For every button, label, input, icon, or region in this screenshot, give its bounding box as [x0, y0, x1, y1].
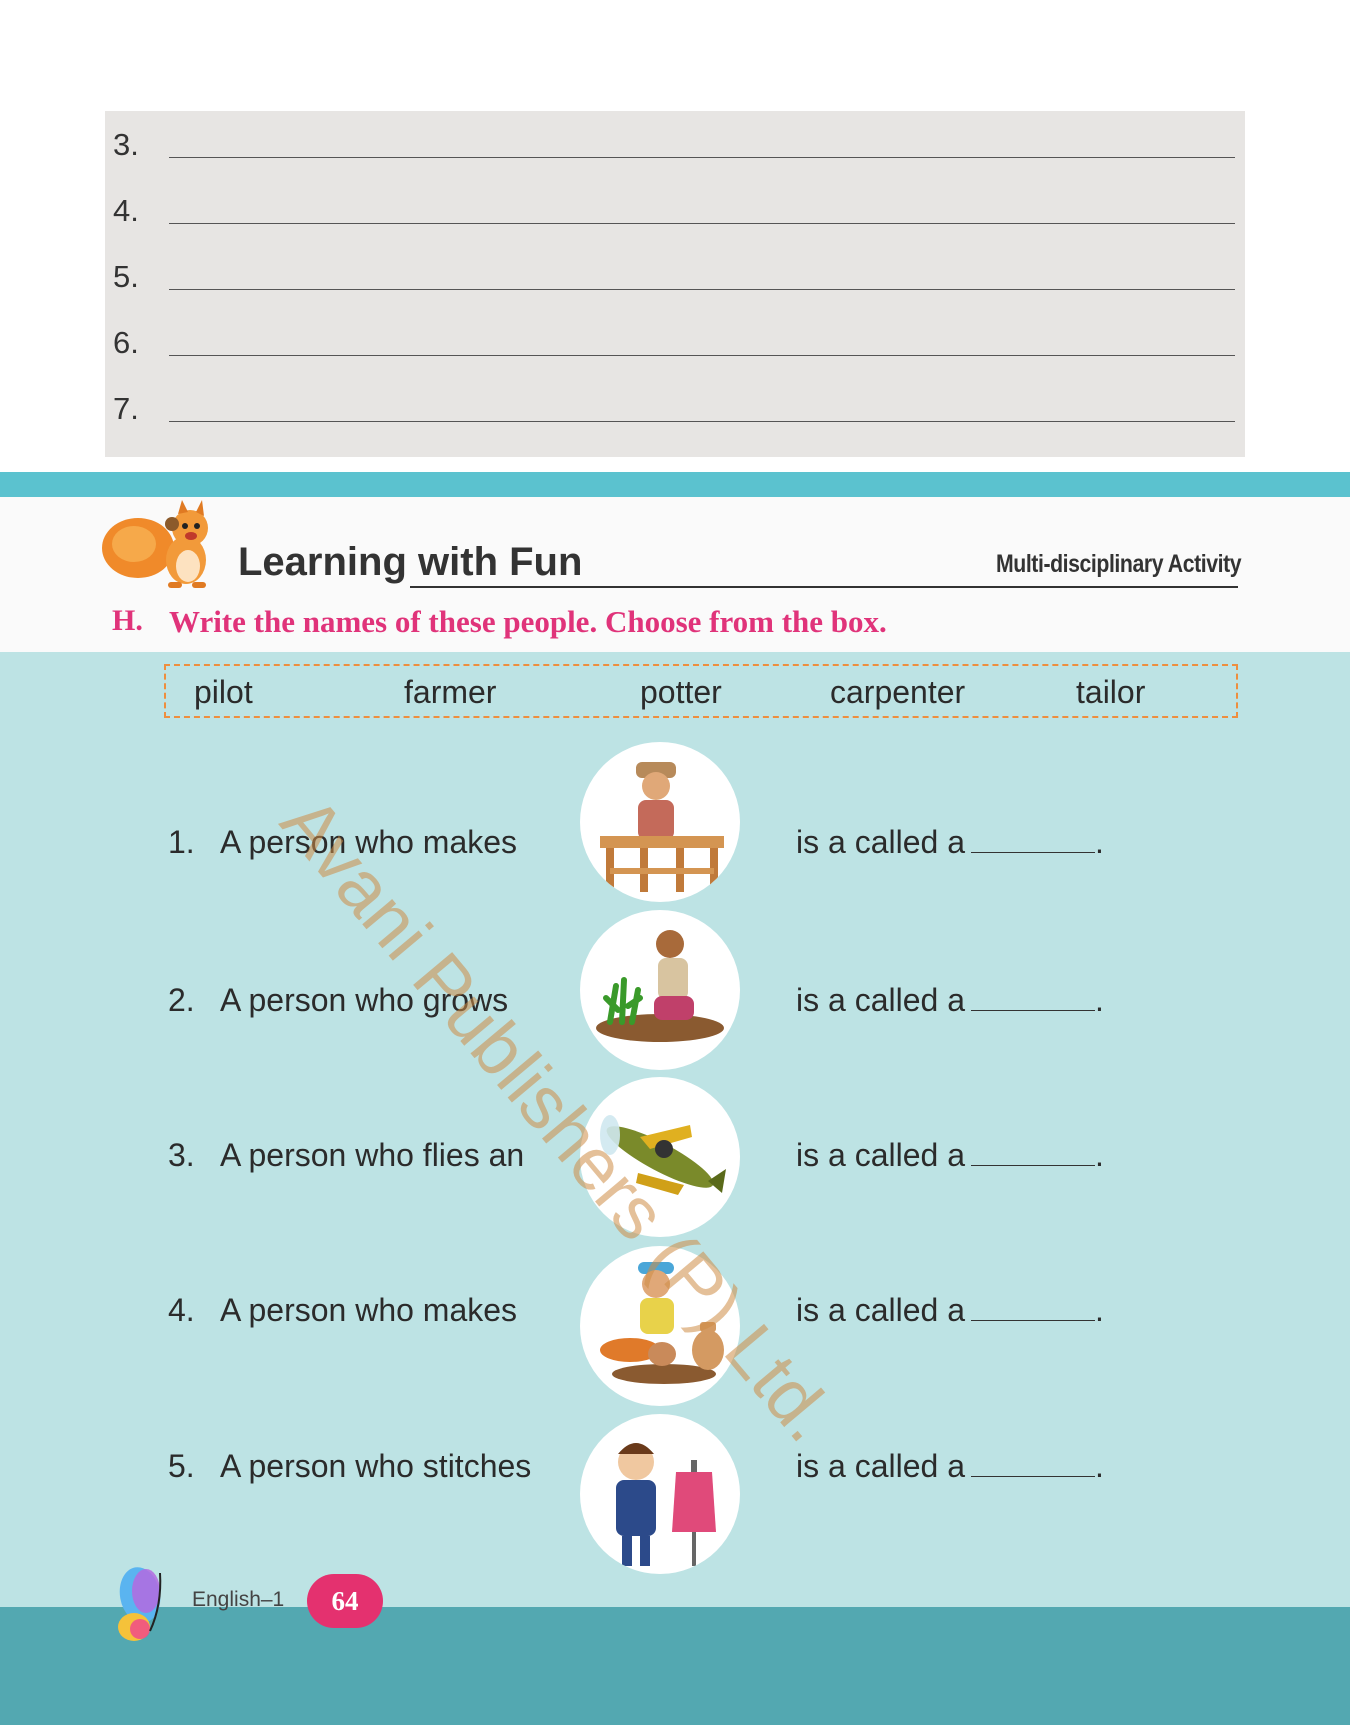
writing-line[interactable]: 6. [105, 309, 1245, 375]
answer-sentence: is a called a. [796, 1292, 1104, 1329]
footer-band [0, 1607, 1350, 1725]
tail-text: is a called a [796, 1137, 965, 1173]
question-instruction: Write the names of these people. Choose … [169, 604, 887, 639]
word-option: potter [640, 674, 722, 710]
item-number: 3. [168, 1137, 195, 1173]
word-box: pilot farmer potter carpenter tailor [164, 664, 1238, 718]
title-underline [410, 586, 1238, 588]
item-number: 4. [168, 1292, 195, 1328]
line-number: 6. [113, 325, 139, 360]
line-rule [169, 289, 1235, 290]
line-number: 3. [113, 127, 139, 162]
tail-text: is a called a [796, 824, 965, 860]
writing-line[interactable]: 7. [105, 375, 1245, 441]
item-text: A person who flies an [220, 1137, 525, 1173]
item-text: A person who makes [220, 1292, 518, 1328]
tail-text: is a called a [796, 982, 965, 1018]
question-item: 2. A person who grows is a called a. [0, 910, 1350, 1070]
sentence-end: . [1094, 982, 1104, 1018]
line-number: 7. [113, 391, 139, 426]
butterfly-logo-icon [110, 1565, 180, 1647]
word-option: carpenter [830, 674, 966, 710]
tail-text: is a called a [796, 1448, 965, 1484]
answer-blank[interactable] [970, 982, 1095, 1011]
sentence-end: . [1094, 1448, 1104, 1484]
answer-sentence: is a called a. [796, 1448, 1104, 1485]
question-letter: H. [112, 604, 143, 637]
line-rule [169, 223, 1235, 224]
item-number: 2. [168, 982, 195, 1018]
writing-line[interactable]: 4. [105, 177, 1245, 243]
item-number: 5. [168, 1448, 195, 1484]
item-number: 1. [168, 824, 195, 860]
answer-sentence: is a called a. [796, 1137, 1104, 1174]
writing-lines-panel: 3. 4. 5. 6. 7. [105, 111, 1245, 457]
question-item: 1. A person who makes is a called a. [0, 742, 1350, 902]
tailor-icon [580, 1414, 740, 1574]
word-option: pilot [194, 674, 253, 710]
line-number: 5. [113, 259, 139, 294]
answer-blank[interactable] [970, 1137, 1095, 1166]
section-title: Learning with Fun [238, 540, 583, 584]
item-text: A person who stitches [220, 1448, 532, 1484]
footer-book-title: English–1 [192, 1588, 285, 1611]
line-rule [169, 157, 1235, 158]
answer-blank[interactable] [970, 824, 1095, 853]
farmer-icon [580, 910, 740, 1070]
line-rule [169, 355, 1235, 356]
carpenter-icon [580, 742, 740, 902]
answer-blank[interactable] [970, 1448, 1095, 1477]
activity-tag: Multi-disciplinary Activity [996, 550, 1242, 578]
answer-sentence: is a called a. [796, 982, 1104, 1019]
tail-text: is a called a [796, 1292, 965, 1328]
sentence-end: . [1094, 1137, 1104, 1173]
writing-line[interactable]: 3. [105, 111, 1245, 177]
word-option: tailor [1076, 674, 1146, 710]
question-item: 5. A person who stitches is a called a. [0, 1414, 1350, 1574]
section-divider-band [0, 472, 1350, 497]
word-option: farmer [404, 674, 497, 710]
line-number: 4. [113, 193, 139, 228]
squirrel-mascot-icon [98, 498, 238, 590]
writing-line[interactable]: 5. [105, 243, 1245, 309]
answer-sentence: is a called a. [796, 824, 1104, 861]
page-number-badge: 64 [307, 1574, 383, 1628]
answer-blank[interactable] [970, 1292, 1095, 1321]
sentence-end: . [1094, 824, 1104, 860]
sentence-end: . [1094, 1292, 1104, 1328]
line-rule [169, 421, 1235, 422]
